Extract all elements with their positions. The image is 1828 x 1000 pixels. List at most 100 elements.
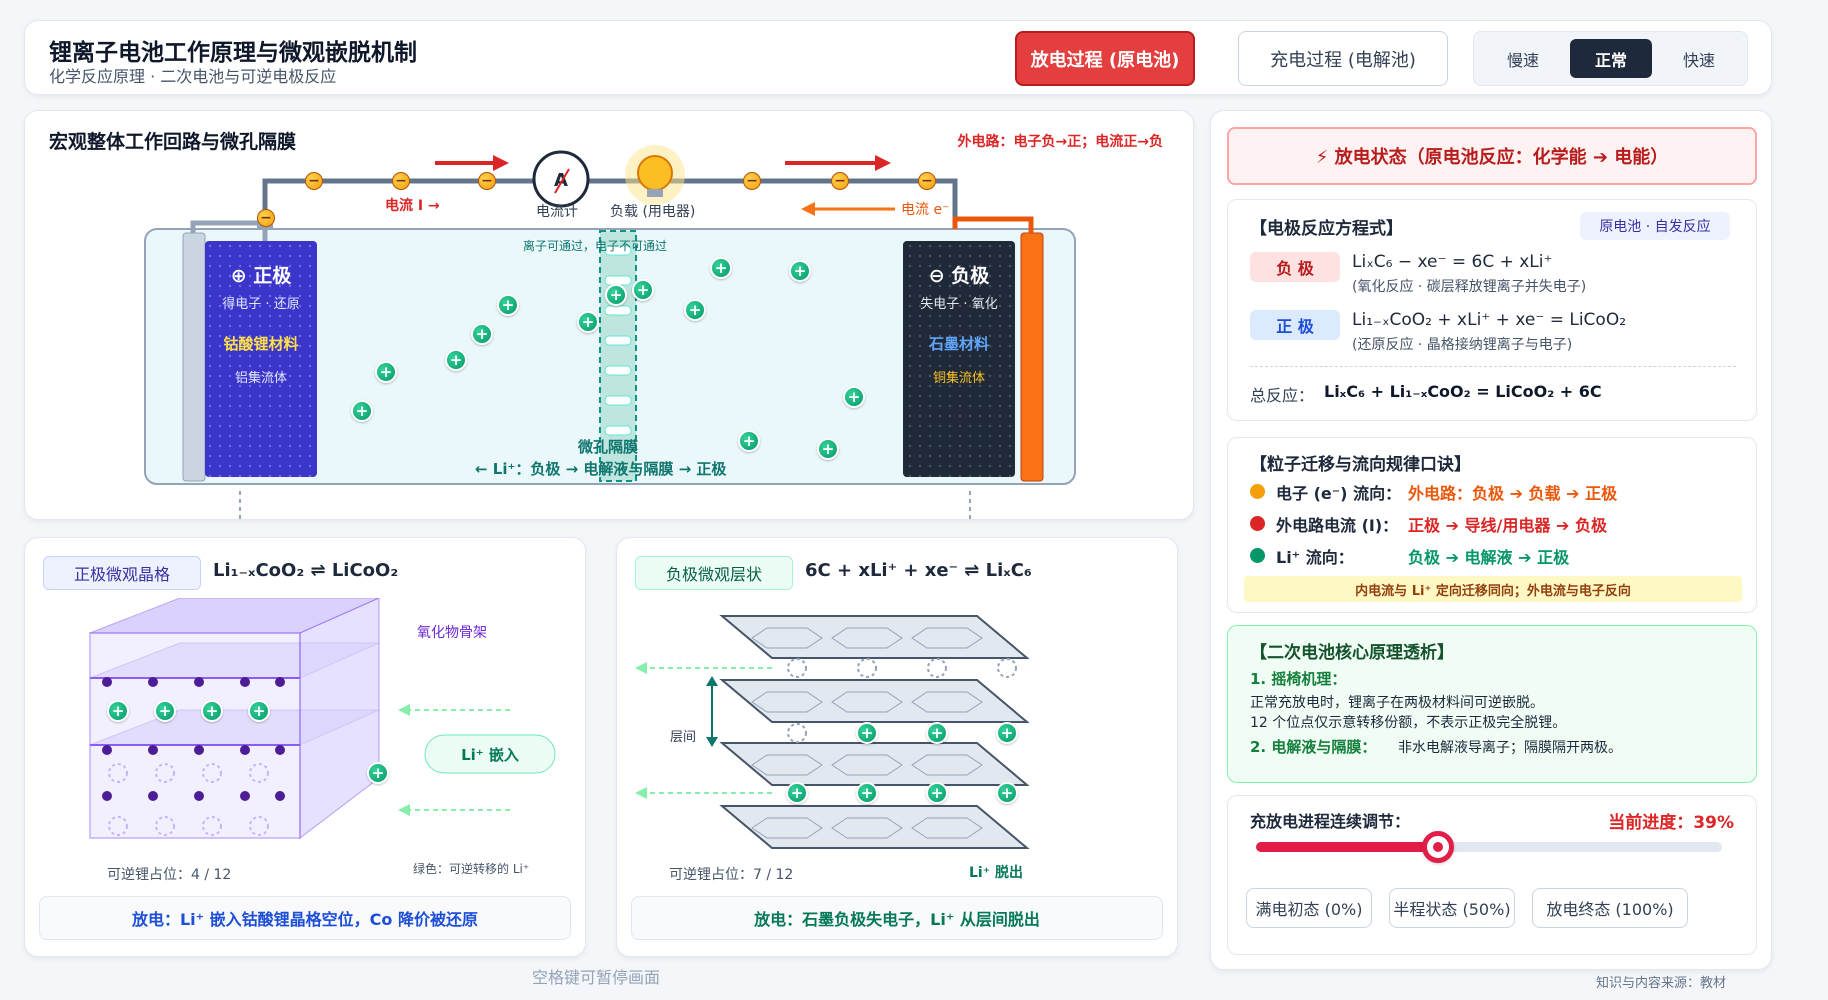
cathode-lattice-diagram <box>89 598 556 840</box>
preset-end-label: 放电终态 (100%) <box>1546 900 1674 919</box>
load-label: 负载 (用电器) <box>610 204 696 220</box>
speed-slow-button[interactable]: 慢速 <box>1482 39 1564 78</box>
total-reaction-label: 总反应： <box>1250 386 1315 405</box>
principle-1-line1: 正常充放电时，锂离子在两极材料间可逆嵌脱。 <box>1250 695 1544 711</box>
cathode-collector: 铝集流体 <box>234 371 287 386</box>
electron-label: 电流 e⁻ <box>901 202 950 218</box>
interlayer-label: 层间 <box>670 730 697 745</box>
speed-normal-button[interactable]: 正常 <box>1570 39 1652 78</box>
neg-electrode-tag: 负 极 <box>1250 252 1340 282</box>
li-ion: + <box>684 299 706 321</box>
li-ion: + <box>445 349 467 371</box>
li-ion: + <box>632 279 654 301</box>
source-note: 知识与内容来源：教材 <box>1596 976 1727 991</box>
progress-slider[interactable] <box>1256 831 1722 863</box>
anode-sub: 失电子 · 氧化 <box>920 297 998 312</box>
cathode-occupancy: 可逆锂占位：4 / 12 <box>107 867 232 883</box>
anode-li-ion: + <box>996 722 1018 744</box>
preset-full-button[interactable]: 满电初态 (0%) <box>1246 888 1372 928</box>
oxide-label: 氧化物骨架 <box>417 625 487 641</box>
cathode-micro-tag: 正极微观晶格 <box>43 556 201 590</box>
principle-1-line2: 12 个位点仅示意转移份额，不表示正极完全脱锂。 <box>1250 715 1567 731</box>
li-ion: + <box>375 361 397 383</box>
preset-end-button[interactable]: 放电终态 (100%) <box>1532 888 1688 928</box>
cathode-footer-text: 放电：Li⁺ 嵌入钴酸锂晶格空位，Co 降价被还原 <box>131 910 478 929</box>
principle-2-text: 非水电解液导离子；隔膜隔开两极。 <box>1398 740 1622 756</box>
electron-particle: − <box>478 172 496 190</box>
anode-occupancy: 可逆锂占位：7 / 12 <box>669 867 794 883</box>
cathode-title: ⊕ 正极 <box>230 265 292 287</box>
mode-charge-button[interactable]: 充电过程 (电解池) <box>1238 31 1448 86</box>
electron-flow-label: 电子 (e⁻) 流向： <box>1276 484 1402 503</box>
neg-electrode-equation: LiₓC₆ − xe⁻ = 6C + xLi⁺ <box>1352 252 1553 272</box>
anode-micro-panel: 负极微观层状 6C + xLi⁺ + xe⁻ ⇌ LiₓC₆ + + + + +… <box>616 537 1178 957</box>
electron-particle: − <box>392 172 410 190</box>
li-ion: + <box>843 386 865 408</box>
li-ion: + <box>817 438 839 460</box>
electron-particle: − <box>743 172 761 190</box>
cathode-micro-panel: 正极微观晶格 Li₁₋ₓCoO₂ ⇌ LiCoO₂ + + + + + 氧化物骨… <box>24 537 586 957</box>
header-bar: 锂离子电池工作原理与微观嵌脱机制 化学反应原理 · 二次电池与可逆电极反应 放电… <box>24 20 1772 95</box>
li-insert-label: Li⁺ 嵌入 <box>461 746 519 764</box>
migration-card: 【粒子迁移与流向规律口诀】 电子 (e⁻) 流向： 外电路：负极 ➔ 负载 ➔ … <box>1227 437 1757 613</box>
migration-title: 【粒子迁移与流向规律口诀】 <box>1250 455 1471 475</box>
current-flow-value: 正极 ➔ 导线/用电器 ➔ 负极 <box>1408 516 1607 535</box>
cathode-sub: 得电子 · 还原 <box>222 297 300 312</box>
equations-title: 【电极反应方程式】 <box>1250 219 1403 239</box>
cathode-footer: 放电：Li⁺ 嵌入钴酸锂晶格空位，Co 降价被还原 <box>39 896 571 940</box>
total-reaction-equation: LiₓC₆ + Li₁₋ₓCoO₂ = LiCoO₂ + 6C <box>1324 382 1602 401</box>
li-ion: + <box>738 430 760 452</box>
preset-half-label: 半程状态 (50%) <box>1393 900 1511 919</box>
anode-collector: 铜集流体 <box>932 371 985 386</box>
progress-label: 充放电进程连续调节： <box>1250 812 1411 831</box>
speed-slow-label: 慢速 <box>1506 50 1539 70</box>
speed-segmented-control: 慢速 正常 快速 <box>1473 31 1748 86</box>
li-flow-label: Li⁺ 流向： <box>1276 548 1354 567</box>
neg-electrode-note: (氧化反应 · 碳层释放锂离子并失电子) <box>1352 279 1587 295</box>
progress-slider-thumb[interactable] <box>1421 831 1454 863</box>
equations-divider <box>1250 366 1736 367</box>
li-ion: + <box>471 323 493 345</box>
li-ion: + <box>497 294 519 316</box>
cathode-li-ion: + <box>107 700 129 722</box>
principle-2-title: 2. 电解液与隔膜： <box>1250 738 1377 756</box>
cathode-legend: 绿色：可逆转移的 Li⁺ <box>413 862 530 876</box>
progress-card: 充放电进程连续调节： 当前进度：39% 满电初态 (0%) 半程状态 (50%)… <box>1227 795 1757 955</box>
migration-note: 内电流与 Li⁺ 定向迁移同向；外电流与电子反向 <box>1244 576 1742 602</box>
macro-circuit-panel: 宏观整体工作回路与微孔隔膜 外电路：电子负→正；电流正→负 A − − − − … <box>24 110 1194 521</box>
speed-normal-label: 正常 <box>1594 50 1627 70</box>
anode-title: ⊖ 负极 <box>928 265 990 287</box>
migration-note-text: 内电流与 Li⁺ 定向迁移同向；外电流与电子反向 <box>1355 583 1631 599</box>
anode-footer: 放电：石墨负极失电子，Li⁺ 从层间脱出 <box>631 896 1163 940</box>
electron-flow-value: 外电路：负极 ➔ 负载 ➔ 正极 <box>1408 484 1618 503</box>
mode-discharge-button[interactable]: 放电过程 (原电池) <box>1015 31 1195 86</box>
mode-charge-label: 充电过程 (电解池) <box>1270 49 1416 71</box>
speed-fast-button[interactable]: 快速 <box>1658 39 1740 78</box>
li-flow-value: 负极 ➔ 电解液 ➔ 正极 <box>1408 548 1570 567</box>
pos-electrode-note: (还原反应 · 晶格接纳锂离子与电子) <box>1352 337 1573 353</box>
cathode-material: 钴酸锂材料 <box>223 335 299 353</box>
anode-li-ion: + <box>996 782 1018 804</box>
anode-graphite-diagram <box>635 615 1030 849</box>
separator-label: 微孔隔膜 <box>578 438 639 456</box>
current-flow-label: 外电路电流 (I)： <box>1276 516 1399 535</box>
cathode-micro-equation: Li₁₋ₓCoO₂ ⇌ LiCoO₂ <box>213 560 399 581</box>
current-label: 电流 I → <box>385 198 440 214</box>
preset-half-button[interactable]: 半程状态 (50%) <box>1389 888 1515 928</box>
anode-li-ion: + <box>856 782 878 804</box>
cathode-li-ion: + <box>248 700 270 722</box>
li-ion: + <box>605 284 627 306</box>
li-ion: + <box>351 400 373 422</box>
current-flow-dot <box>1250 516 1265 531</box>
li-ion: + <box>710 257 732 279</box>
cathode-li-ion: + <box>201 700 223 722</box>
page-title: 锂离子电池工作原理与微观嵌脱机制 <box>49 40 417 66</box>
ion-note: 离子可通过，电子不可通过 <box>523 239 668 253</box>
anode-micro-equation: 6C + xLi⁺ + xe⁻ ⇌ LiₓC₆ <box>805 560 1032 581</box>
cathode-incoming-li-ion: + <box>367 762 389 784</box>
li-release-label: Li⁺ 脱出 <box>969 865 1023 881</box>
anode-li-ion: + <box>786 782 808 804</box>
electron-particle: − <box>918 172 936 190</box>
equations-badge: 原电池 · 自发反应 <box>1580 212 1730 240</box>
preset-full-label: 满电初态 (0%) <box>1255 900 1363 919</box>
